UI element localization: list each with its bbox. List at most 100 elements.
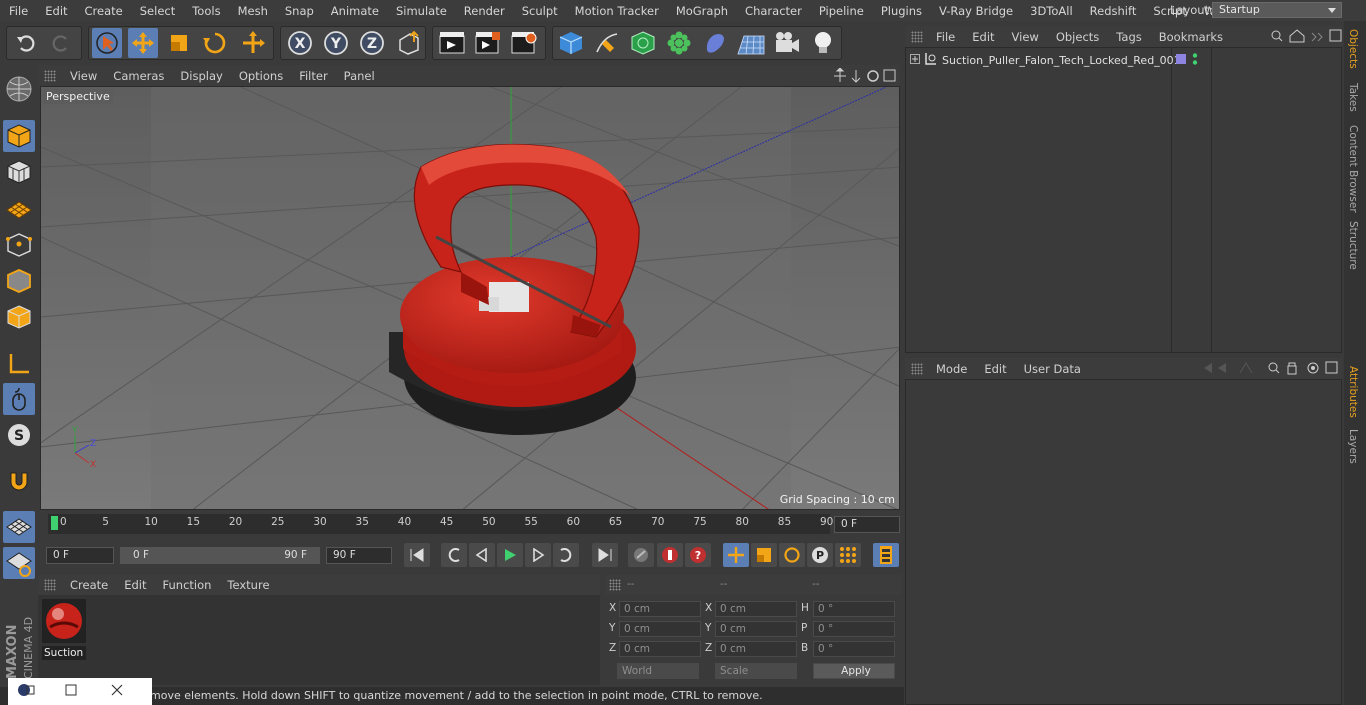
coord-value-field[interactable]: 0 cm — [715, 601, 797, 617]
expand-icon[interactable] — [910, 53, 920, 67]
menu-create[interactable]: Create — [76, 4, 131, 18]
record-keys-icon[interactable] — [628, 543, 654, 567]
deformer-icon[interactable] — [700, 28, 730, 58]
playhead-marker[interactable] — [51, 516, 58, 530]
coordinate-mode-select[interactable]: World — [617, 663, 699, 679]
tab-attributes[interactable]: Attributes — [1347, 366, 1359, 418]
y-axis-lock-icon[interactable]: Y — [321, 28, 351, 58]
close-window-icon[interactable] — [111, 684, 123, 699]
menu-character[interactable]: Character — [736, 4, 810, 18]
tab-layers[interactable]: Layers — [1347, 429, 1359, 464]
menu-plugins[interactable]: Plugins — [872, 4, 930, 18]
previous-keyframe-icon[interactable] — [441, 543, 467, 567]
coordinate-system-icon[interactable] — [394, 28, 424, 58]
layer-color-swatch[interactable] — [1176, 54, 1186, 64]
coord-value-field[interactable]: 0 cm — [715, 641, 797, 657]
tweak-mode-icon[interactable] — [3, 383, 35, 415]
cube-primitive-icon[interactable] — [556, 28, 586, 58]
menu-edit[interactable]: Edit — [36, 4, 75, 18]
visibility-dots-icon[interactable] — [1192, 52, 1198, 69]
viewport-menu-options[interactable]: Options — [231, 69, 291, 83]
next-frame-icon[interactable] — [525, 543, 551, 567]
rotate-tool-icon[interactable] — [200, 28, 230, 58]
menu-v-ray-bridge[interactable]: V-Ray Bridge — [930, 4, 1021, 18]
x-axis-lock-icon[interactable]: X — [285, 28, 315, 58]
tab-takes[interactable]: Takes — [1347, 83, 1359, 112]
viewport-menu-display[interactable]: Display — [172, 69, 230, 83]
key-position-icon[interactable] — [723, 543, 749, 567]
material-menu-texture[interactable]: Texture — [219, 578, 277, 592]
workplane-lock-icon[interactable] — [3, 511, 35, 543]
grid-snap-icon[interactable] — [3, 547, 35, 579]
viewport-menu-filter[interactable]: Filter — [291, 69, 335, 83]
menu-animate[interactable]: Animate — [322, 4, 387, 18]
live-selection-icon[interactable] — [92, 28, 122, 58]
timeline[interactable]: 0 5 10 15 20 25 30 35 40 45 50 55 60 65 70 75 80 85 90 0 F — [38, 512, 902, 536]
viewport-navigation[interactable] — [834, 67, 900, 84]
next-keyframe-icon[interactable] — [553, 543, 579, 567]
coord-value-field[interactable]: 0 cm — [619, 621, 701, 637]
viewport-menu-cameras[interactable]: Cameras — [105, 69, 172, 83]
autokeying-icon[interactable] — [657, 543, 683, 567]
workplane-icon[interactable] — [3, 192, 35, 224]
keyframe-selection-icon[interactable]: ? — [685, 543, 711, 567]
coord-value-field[interactable]: 0 ° — [813, 621, 895, 637]
camera-icon[interactable] — [772, 28, 802, 58]
restore-window-icon[interactable] — [65, 684, 77, 699]
redo-icon[interactable] — [46, 28, 76, 58]
timeline-window-icon[interactable] — [873, 543, 899, 567]
viewport-menu-panel[interactable]: Panel — [336, 69, 383, 83]
polygons-mode-icon[interactable] — [3, 301, 35, 333]
menu-simulate[interactable]: Simulate — [387, 4, 455, 18]
tab-content-browser[interactable]: Content Browser — [1347, 125, 1359, 213]
menu-tools[interactable]: Tools — [183, 4, 228, 18]
menu-pipeline[interactable]: Pipeline — [810, 4, 872, 18]
coordinate-scale-select[interactable]: Scale — [715, 663, 797, 679]
menu-file[interactable]: File — [0, 4, 36, 18]
render-view-icon[interactable] — [437, 28, 467, 58]
points-mode-icon[interactable] — [3, 229, 35, 261]
menu-select[interactable]: Select — [131, 4, 183, 18]
magnet-icon[interactable] — [3, 465, 35, 497]
material-menu-function[interactable]: Function — [155, 578, 220, 592]
3d-viewport[interactable]: Y Z X Perspective Grid Spacing : 10 cm — [40, 86, 900, 510]
scale-tool-icon[interactable] — [164, 28, 194, 58]
menu-snap[interactable]: Snap — [276, 4, 322, 18]
object-name[interactable]: Suction_Puller_Falon_Tech_Locked_Red_001 — [942, 54, 1181, 67]
edges-mode-icon[interactable] — [3, 265, 35, 297]
key-parameter-icon[interactable]: P — [807, 543, 833, 567]
transform-tool-icon[interactable] — [238, 28, 268, 58]
coord-value-field[interactable]: 0 cm — [619, 641, 701, 657]
coord-value-field[interactable]: 0 ° — [813, 601, 895, 617]
object-menu-file[interactable]: File — [927, 30, 963, 44]
viewport-menu-view[interactable]: View — [62, 69, 105, 83]
menu-3dtoall[interactable]: 3DToAll — [1021, 4, 1081, 18]
z-axis-lock-icon[interactable]: Z — [357, 28, 387, 58]
object-row[interactable]: Suction_Puller_Falon_Tech_Locked_Red_001 — [906, 51, 1341, 69]
menu-redshift[interactable]: Redshift — [1081, 4, 1145, 18]
current-frame-field[interactable]: 0 F — [834, 516, 900, 533]
go-to-start-icon[interactable] — [404, 543, 430, 567]
menu-render[interactable]: Render — [455, 4, 513, 18]
attribute-manager-tools[interactable] — [1200, 361, 1342, 375]
object-menu-bookmarks[interactable]: Bookmarks — [1150, 30, 1231, 44]
object-manager-tools[interactable] — [1270, 29, 1342, 43]
axis-mode-icon[interactable] — [3, 348, 35, 380]
spline-pen-icon[interactable] — [592, 28, 622, 58]
attribute-menu-edit[interactable]: Edit — [975, 362, 1014, 376]
make-editable-icon[interactable] — [3, 73, 35, 105]
attribute-menu-user-data[interactable]: User Data — [1015, 362, 1089, 376]
material-swatch[interactable]: Suction — [42, 599, 86, 660]
material-menu-edit[interactable]: Edit — [116, 578, 154, 592]
light-icon[interactable] — [808, 28, 838, 58]
menu-motion-tracker[interactable]: Motion Tracker — [566, 4, 667, 18]
coord-value-field[interactable]: 0 cm — [715, 621, 797, 637]
render-to-picture-viewer-icon[interactable] — [473, 28, 503, 58]
render-settings-icon[interactable] — [509, 28, 539, 58]
key-scale-icon[interactable] — [751, 543, 777, 567]
object-menu-objects[interactable]: Objects — [1047, 30, 1107, 44]
move-tool-icon[interactable] — [128, 28, 158, 58]
key-rotation-icon[interactable] — [779, 543, 805, 567]
apply-button[interactable]: Apply — [813, 663, 895, 679]
coord-value-field[interactable]: 0 cm — [619, 601, 701, 617]
